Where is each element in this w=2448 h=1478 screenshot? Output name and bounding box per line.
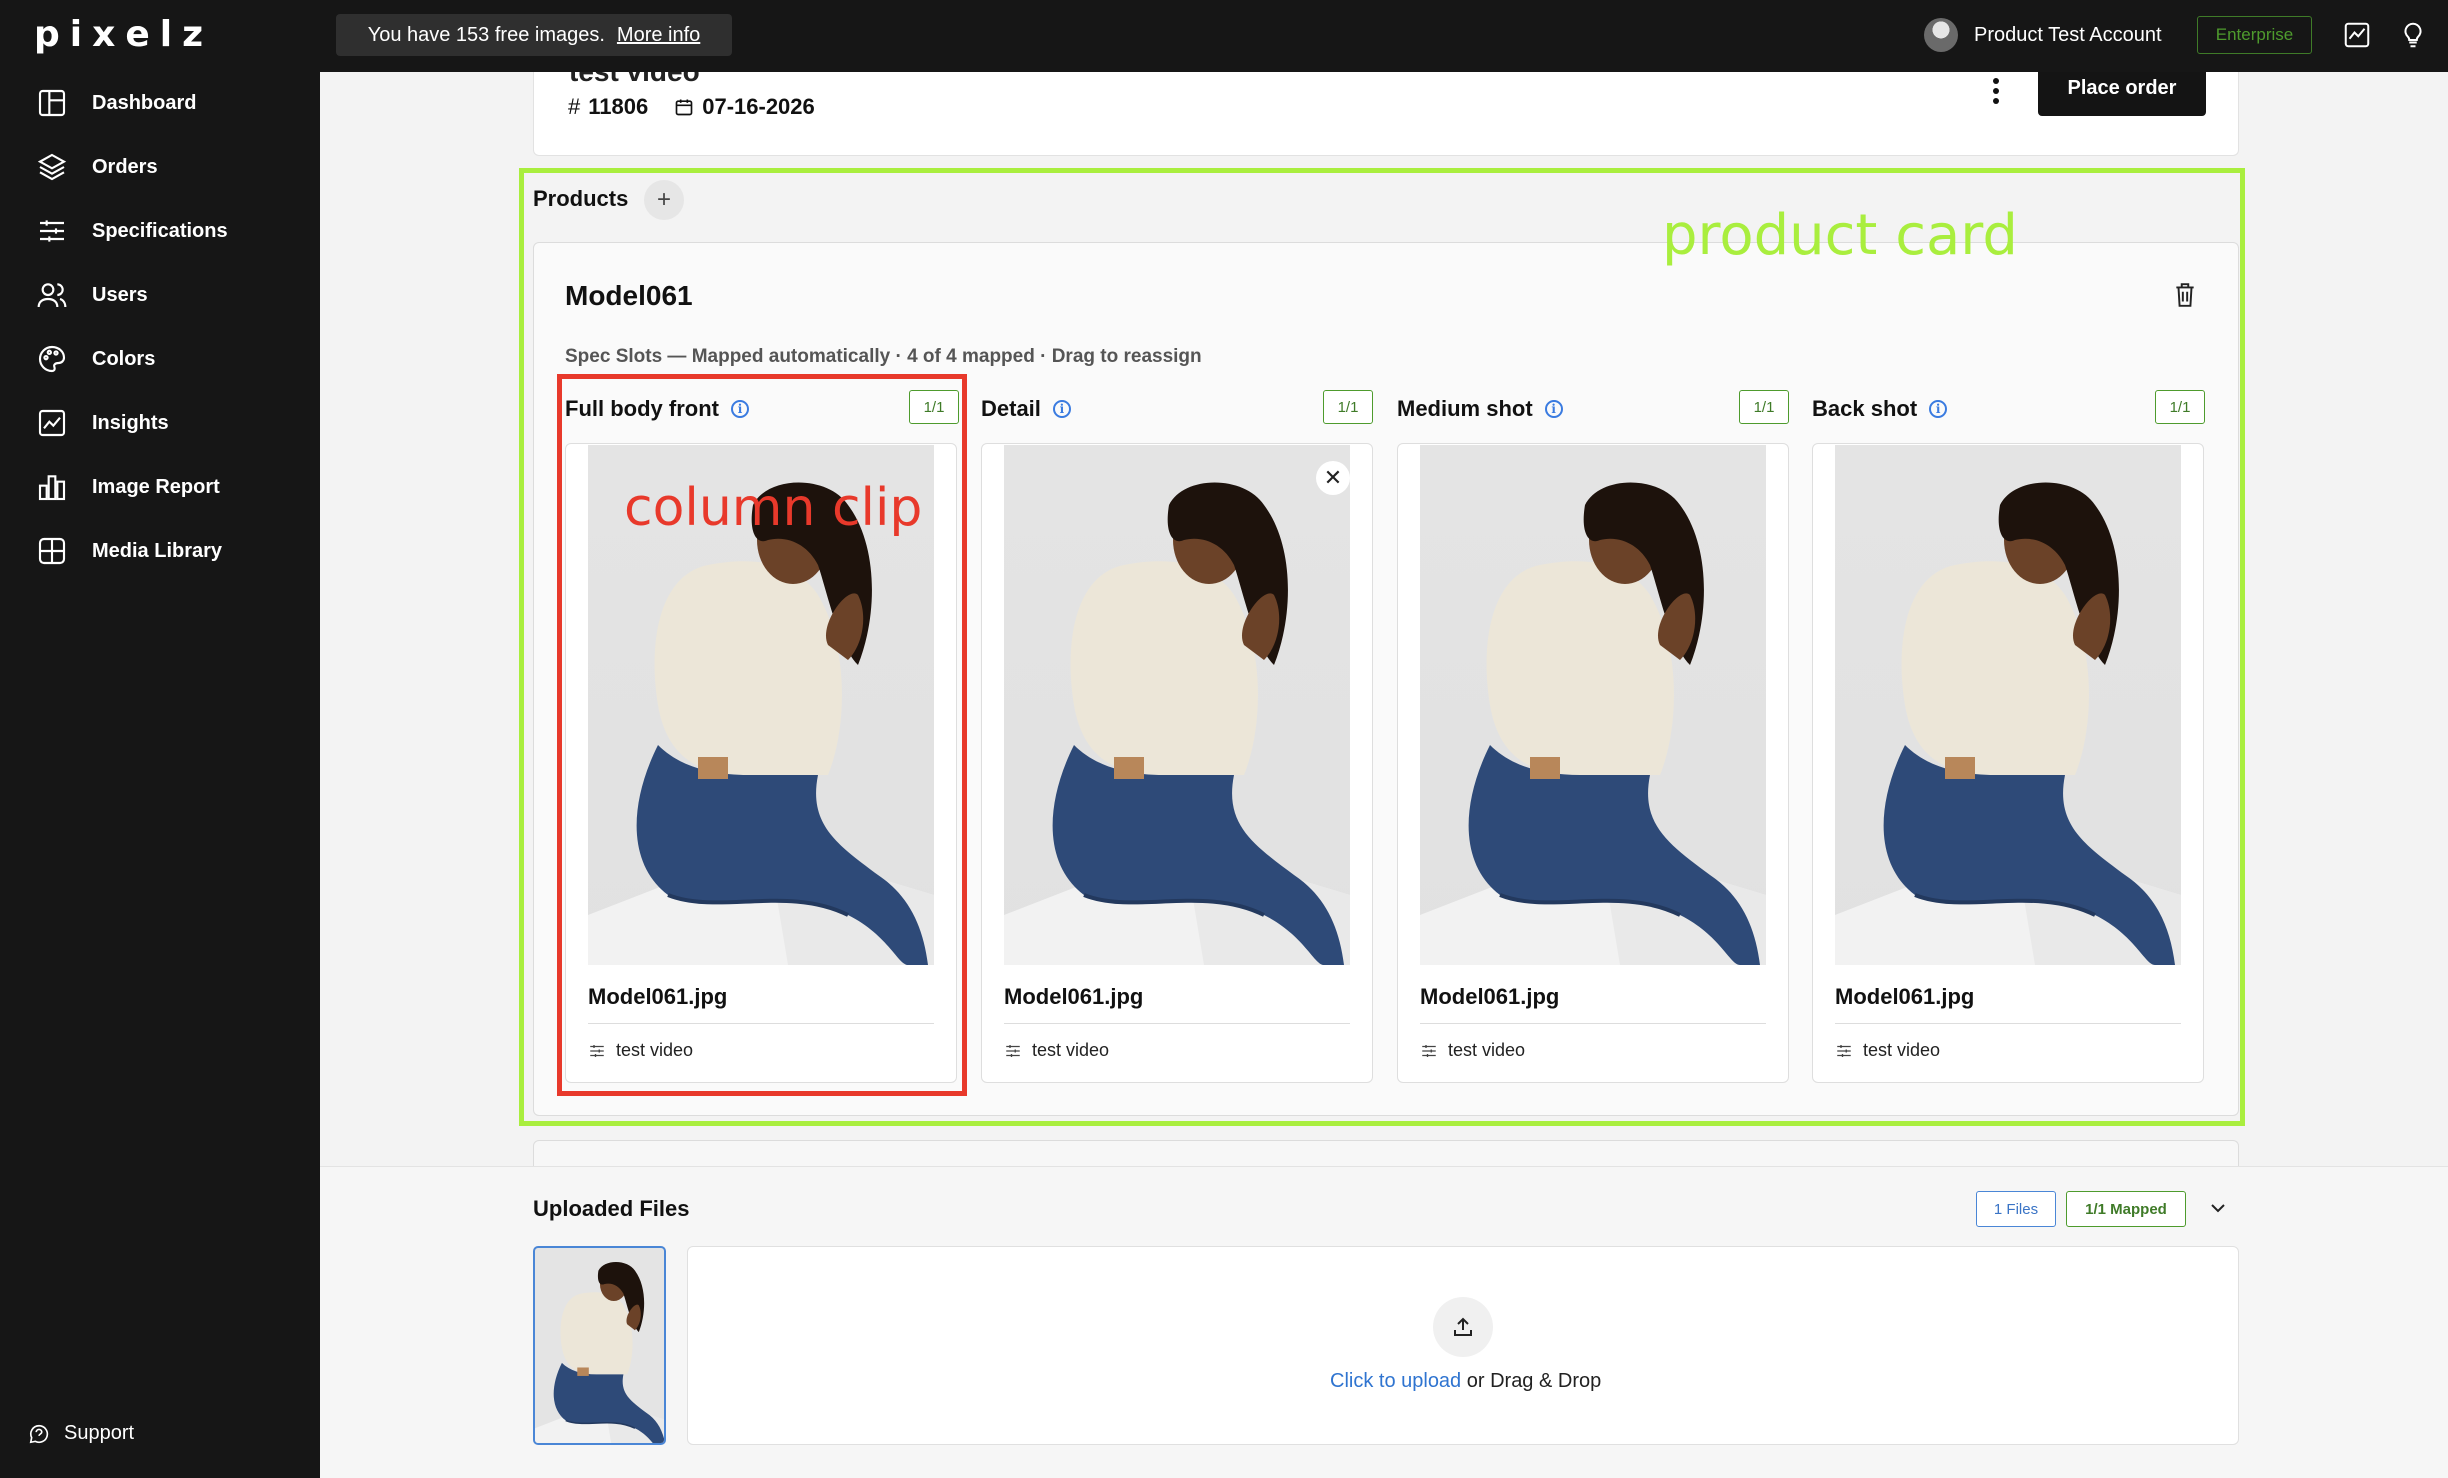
- sidebar-item-label: Image Report: [92, 475, 220, 498]
- sidebar-item-label: Dashboard: [92, 91, 197, 114]
- sliders-icon: [40, 220, 64, 242]
- sidebar-item-users[interactable]: Users: [36, 275, 148, 315]
- free-images-banner: You have 153 free images. More info: [336, 14, 732, 56]
- drag-drop-text: or Drag & Drop: [1461, 1370, 1602, 1392]
- calendar-icon: [675, 99, 693, 116]
- theme-toggle-icon[interactable]: [2398, 20, 2428, 50]
- uploaded-files-title: Uploaded Files: [533, 1196, 690, 1221]
- sidebar-item-specifications[interactable]: Specifications: [36, 211, 228, 251]
- sidebar-item-label: Specifications: [92, 219, 228, 242]
- plan-badge: Enterprise: [2197, 16, 2312, 54]
- sidebar-item-label: Users: [92, 283, 148, 306]
- more-options-icon[interactable]: [1990, 76, 2002, 106]
- sidebar-item-label: Orders: [92, 155, 158, 178]
- chart-icon: [38, 409, 66, 437]
- sidebar-item-dashboard[interactable]: Dashboard: [36, 83, 196, 123]
- users-icon: [37, 283, 67, 308]
- click-to-upload-link[interactable]: Click to upload: [1330, 1370, 1461, 1392]
- more-info-link[interactable]: More info: [617, 24, 700, 47]
- uploaded-file-thumbnail[interactable]: [533, 1246, 666, 1445]
- sidebar-item-image-report[interactable]: Image Report: [36, 467, 220, 507]
- upload-icon[interactable]: [1433, 1297, 1493, 1357]
- free-images-text: You have 153 free images.: [367, 23, 605, 46]
- order-meta: #11806 07-16-2026: [568, 94, 815, 120]
- top-bar: pixelz You have 153 free images. More in…: [0, 0, 2448, 72]
- order-date-value: 07-16-2026: [702, 94, 815, 119]
- dashboard-icon: [38, 89, 66, 117]
- account-name[interactable]: Product Test Account: [1974, 24, 2162, 47]
- sidebar-item-label: Media Library: [92, 539, 223, 562]
- grid-icon: [38, 537, 66, 565]
- sidebar-item-media-library[interactable]: Media Library: [36, 531, 222, 571]
- sidebar-item-label: Colors: [92, 347, 156, 370]
- account-menu[interactable]: Product Test Account: [1924, 18, 2162, 52]
- avatar[interactable]: [1924, 18, 1958, 52]
- support-link[interactable]: Support: [28, 1422, 134, 1445]
- sidebar-item-orders[interactable]: Orders: [36, 147, 158, 187]
- files-count-badge: 1 Files: [1976, 1191, 2056, 1227]
- pixelz-logo[interactable]: pixelz: [34, 14, 213, 55]
- sidebar-item-insights[interactable]: Insights: [36, 403, 169, 443]
- hash-icon: #: [568, 94, 581, 119]
- support-label: Support: [64, 1422, 135, 1444]
- bar-chart-icon: [38, 475, 66, 501]
- column-clip-annotation-label: column clip: [624, 478, 923, 538]
- palette-icon: [38, 345, 66, 373]
- chat-icon: [29, 1424, 49, 1443]
- product-card-annotation-label: product card: [1662, 203, 2018, 268]
- order-date: 07-16-2026: [674, 94, 815, 120]
- analytics-icon[interactable]: [2342, 20, 2372, 50]
- layers-icon: [37, 153, 67, 181]
- order-number-value: 11806: [588, 94, 649, 119]
- chevron-down-icon[interactable]: [2206, 1196, 2230, 1220]
- sidebar-item-colors[interactable]: Colors: [36, 339, 155, 379]
- mapped-count-badge: 1/1 Mapped: [2066, 1191, 2186, 1227]
- order-number: #11806: [568, 94, 648, 120]
- upload-instructions: Click to upload or Drag & Drop: [1330, 1370, 1601, 1393]
- sidebar-item-label: Insights: [92, 411, 169, 434]
